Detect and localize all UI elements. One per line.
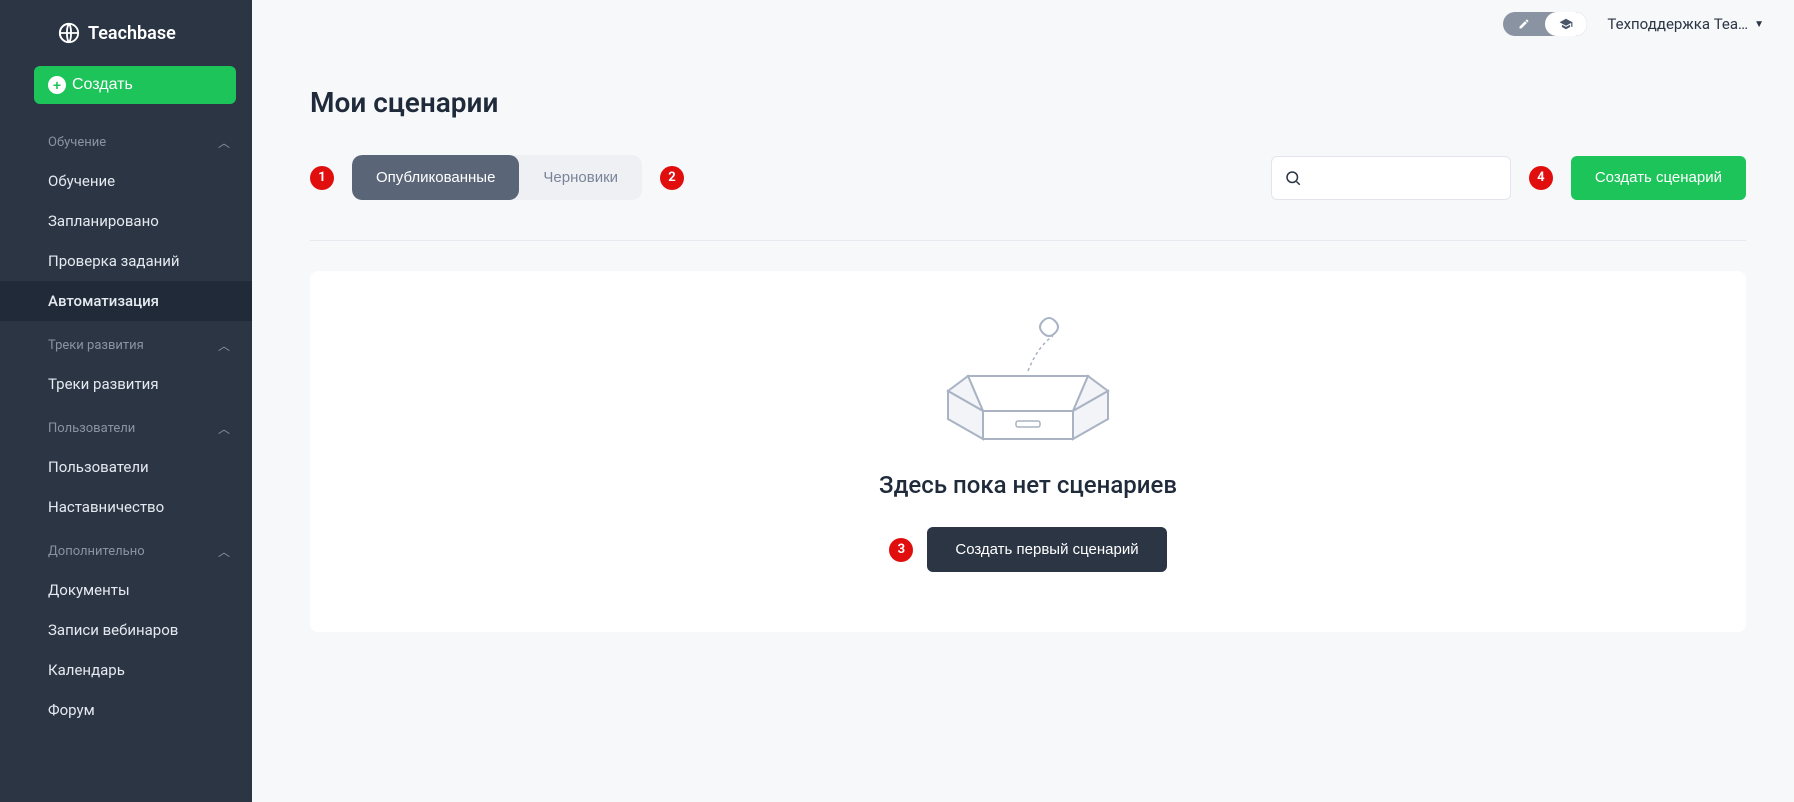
nav-item-learning[interactable]: Обучение (0, 161, 252, 201)
empty-title: Здесь пока нет сценариев (879, 471, 1177, 499)
section-title: Пользователи (48, 421, 135, 436)
user-label: Техподдержка Tea… (1607, 15, 1748, 33)
nav-item-mentoring[interactable]: Наставничество (0, 487, 252, 527)
user-menu[interactable]: Техподдержка Tea… ▼ (1607, 15, 1764, 33)
search-input[interactable] (1310, 169, 1509, 186)
chevron-up-icon: ︿ (218, 420, 230, 437)
section-header-users[interactable]: Пользователи ︿ (0, 410, 252, 447)
topbar: Техподдержка Tea… ▼ (1503, 12, 1764, 36)
mode-toggle[interactable] (1503, 12, 1587, 36)
nav-item-documents[interactable]: Документы (0, 570, 252, 610)
search-icon (1284, 169, 1302, 187)
divider (310, 240, 1746, 241)
nav-item-check-tasks[interactable]: Проверка заданий (0, 241, 252, 281)
empty-box-icon (928, 301, 1128, 451)
tab-drafts[interactable]: Черновики (519, 155, 642, 200)
edit-mode-icon[interactable] (1503, 12, 1545, 36)
section-title: Треки развития (48, 338, 144, 353)
nav-item-tracks[interactable]: Треки развития (0, 364, 252, 404)
page-title: Мои сценарии (310, 86, 1746, 119)
main-area: Техподдержка Tea… ▼ Мои сценарии 1 Опубл… (252, 0, 1794, 802)
nav-item-automation[interactable]: Автоматизация (0, 281, 252, 321)
section-title: Обучение (48, 135, 106, 150)
brain-logo-icon (58, 22, 80, 44)
section-title: Дополнительно (48, 544, 145, 559)
tabs-row: 1 Опубликованные Черновики 2 4 Создать с… (310, 155, 1746, 200)
section-header-extra[interactable]: Дополнительно ︿ (0, 533, 252, 570)
chevron-up-icon: ︿ (218, 134, 230, 151)
tab-published[interactable]: Опубликованные (352, 155, 519, 200)
section-header-tracks[interactable]: Треки развития ︿ (0, 327, 252, 364)
create-button[interactable]: + Создать (34, 66, 236, 104)
nav-item-scheduled[interactable]: Запланировано (0, 201, 252, 241)
nav-section-extra: Дополнительно ︿ Документы Записи вебинар… (0, 533, 252, 730)
student-mode-icon[interactable] (1545, 12, 1587, 36)
plus-icon: + (48, 76, 66, 94)
empty-state-card: Здесь пока нет сценариев 3 Создать первы… (310, 271, 1746, 632)
nav-item-webinars[interactable]: Записи вебинаров (0, 610, 252, 650)
create-scenario-button[interactable]: Создать сценарий (1571, 156, 1746, 200)
chevron-up-icon: ︿ (218, 337, 230, 354)
annotation-badge-3: 3 (889, 538, 913, 562)
nav-section-users: Пользователи ︿ Пользователи Наставничест… (0, 410, 252, 527)
create-first-scenario-button[interactable]: Создать первый сценарий (927, 527, 1166, 572)
nav-item-calendar[interactable]: Календарь (0, 650, 252, 690)
tab-group: Опубликованные Черновики (352, 155, 642, 200)
nav-section-learning: Обучение ︿ Обучение Запланировано Провер… (0, 124, 252, 321)
section-header-learning[interactable]: Обучение ︿ (0, 124, 252, 161)
sidebar: Teachbase + Создать Обучение ︿ Обучение … (0, 0, 252, 802)
nav-item-users[interactable]: Пользователи (0, 447, 252, 487)
annotation-badge-1: 1 (310, 166, 334, 190)
create-button-label: Создать (72, 76, 133, 94)
chevron-up-icon: ︿ (218, 543, 230, 560)
brand-name: Teachbase (88, 23, 176, 44)
content: Мои сценарии 1 Опубликованные Черновики … (252, 0, 1794, 632)
nav-section-tracks: Треки развития ︿ Треки развития (0, 327, 252, 404)
brand-logo[interactable]: Teachbase (0, 14, 252, 62)
annotation-badge-2: 2 (660, 166, 684, 190)
annotation-badge-4: 4 (1529, 166, 1553, 190)
nav-item-forum[interactable]: Форум (0, 690, 252, 730)
search-box[interactable] (1271, 156, 1511, 200)
caret-down-icon: ▼ (1754, 19, 1764, 30)
